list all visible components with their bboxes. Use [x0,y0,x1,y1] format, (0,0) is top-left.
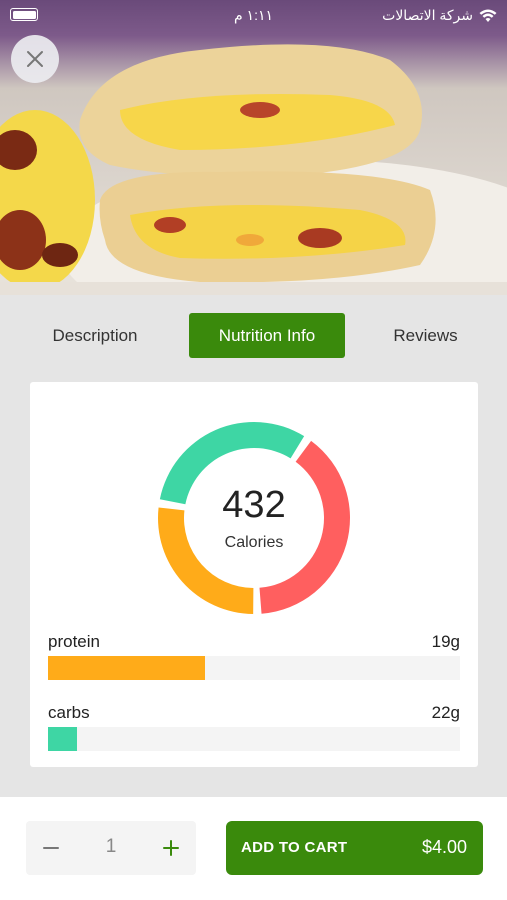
nutrient-name: carbs [48,703,90,722]
close-icon [27,51,43,67]
wifi-icon [479,9,497,22]
status-carrier: شركة الاتصالات [382,7,497,24]
nutrient-amount: 22g [431,703,460,722]
quantity-value: 1 [105,836,117,857]
status-bar: ١:١١ م شركة الاتصالات [0,0,507,30]
nutrient-bar-track [48,727,460,751]
tab-bar: Description Nutrition Info Reviews [0,312,507,360]
plus-icon [163,840,179,856]
close-button[interactable] [11,35,59,83]
donut-segment-red [259,440,351,614]
nutrient-bar-track [48,656,460,680]
carrier-name: شركة الاتصالات [382,7,473,23]
nutrient-bar-fill [48,656,205,680]
calories-label: Calories [224,534,284,551]
nutrient-name: protein [48,632,100,651]
bottom-bar: 1 ADD TO CART $4.00 [0,797,507,900]
product-image [0,0,507,295]
nutrition-card: 432 Calories protein 19g carbs 22g [30,382,478,767]
cart-price: $4.00 [421,837,467,857]
nutrient-amount: 19g [431,632,460,651]
calories-value: 432 [222,484,286,526]
add-to-cart-button[interactable]: ADD TO CART $4.00 [226,821,483,875]
minus-icon [43,847,59,849]
tab-reviews[interactable]: Reviews [383,313,468,358]
tab-nutrition-info[interactable]: Nutrition Info [189,313,345,358]
add-to-cart-label: ADD TO CART [241,839,348,856]
quantity-stepper: 1 [26,821,196,875]
decrease-quantity-button[interactable] [36,833,66,863]
nutrient-bar-fill [48,727,77,751]
increase-quantity-button[interactable] [156,833,186,863]
tab-description[interactable]: Description [40,313,150,358]
